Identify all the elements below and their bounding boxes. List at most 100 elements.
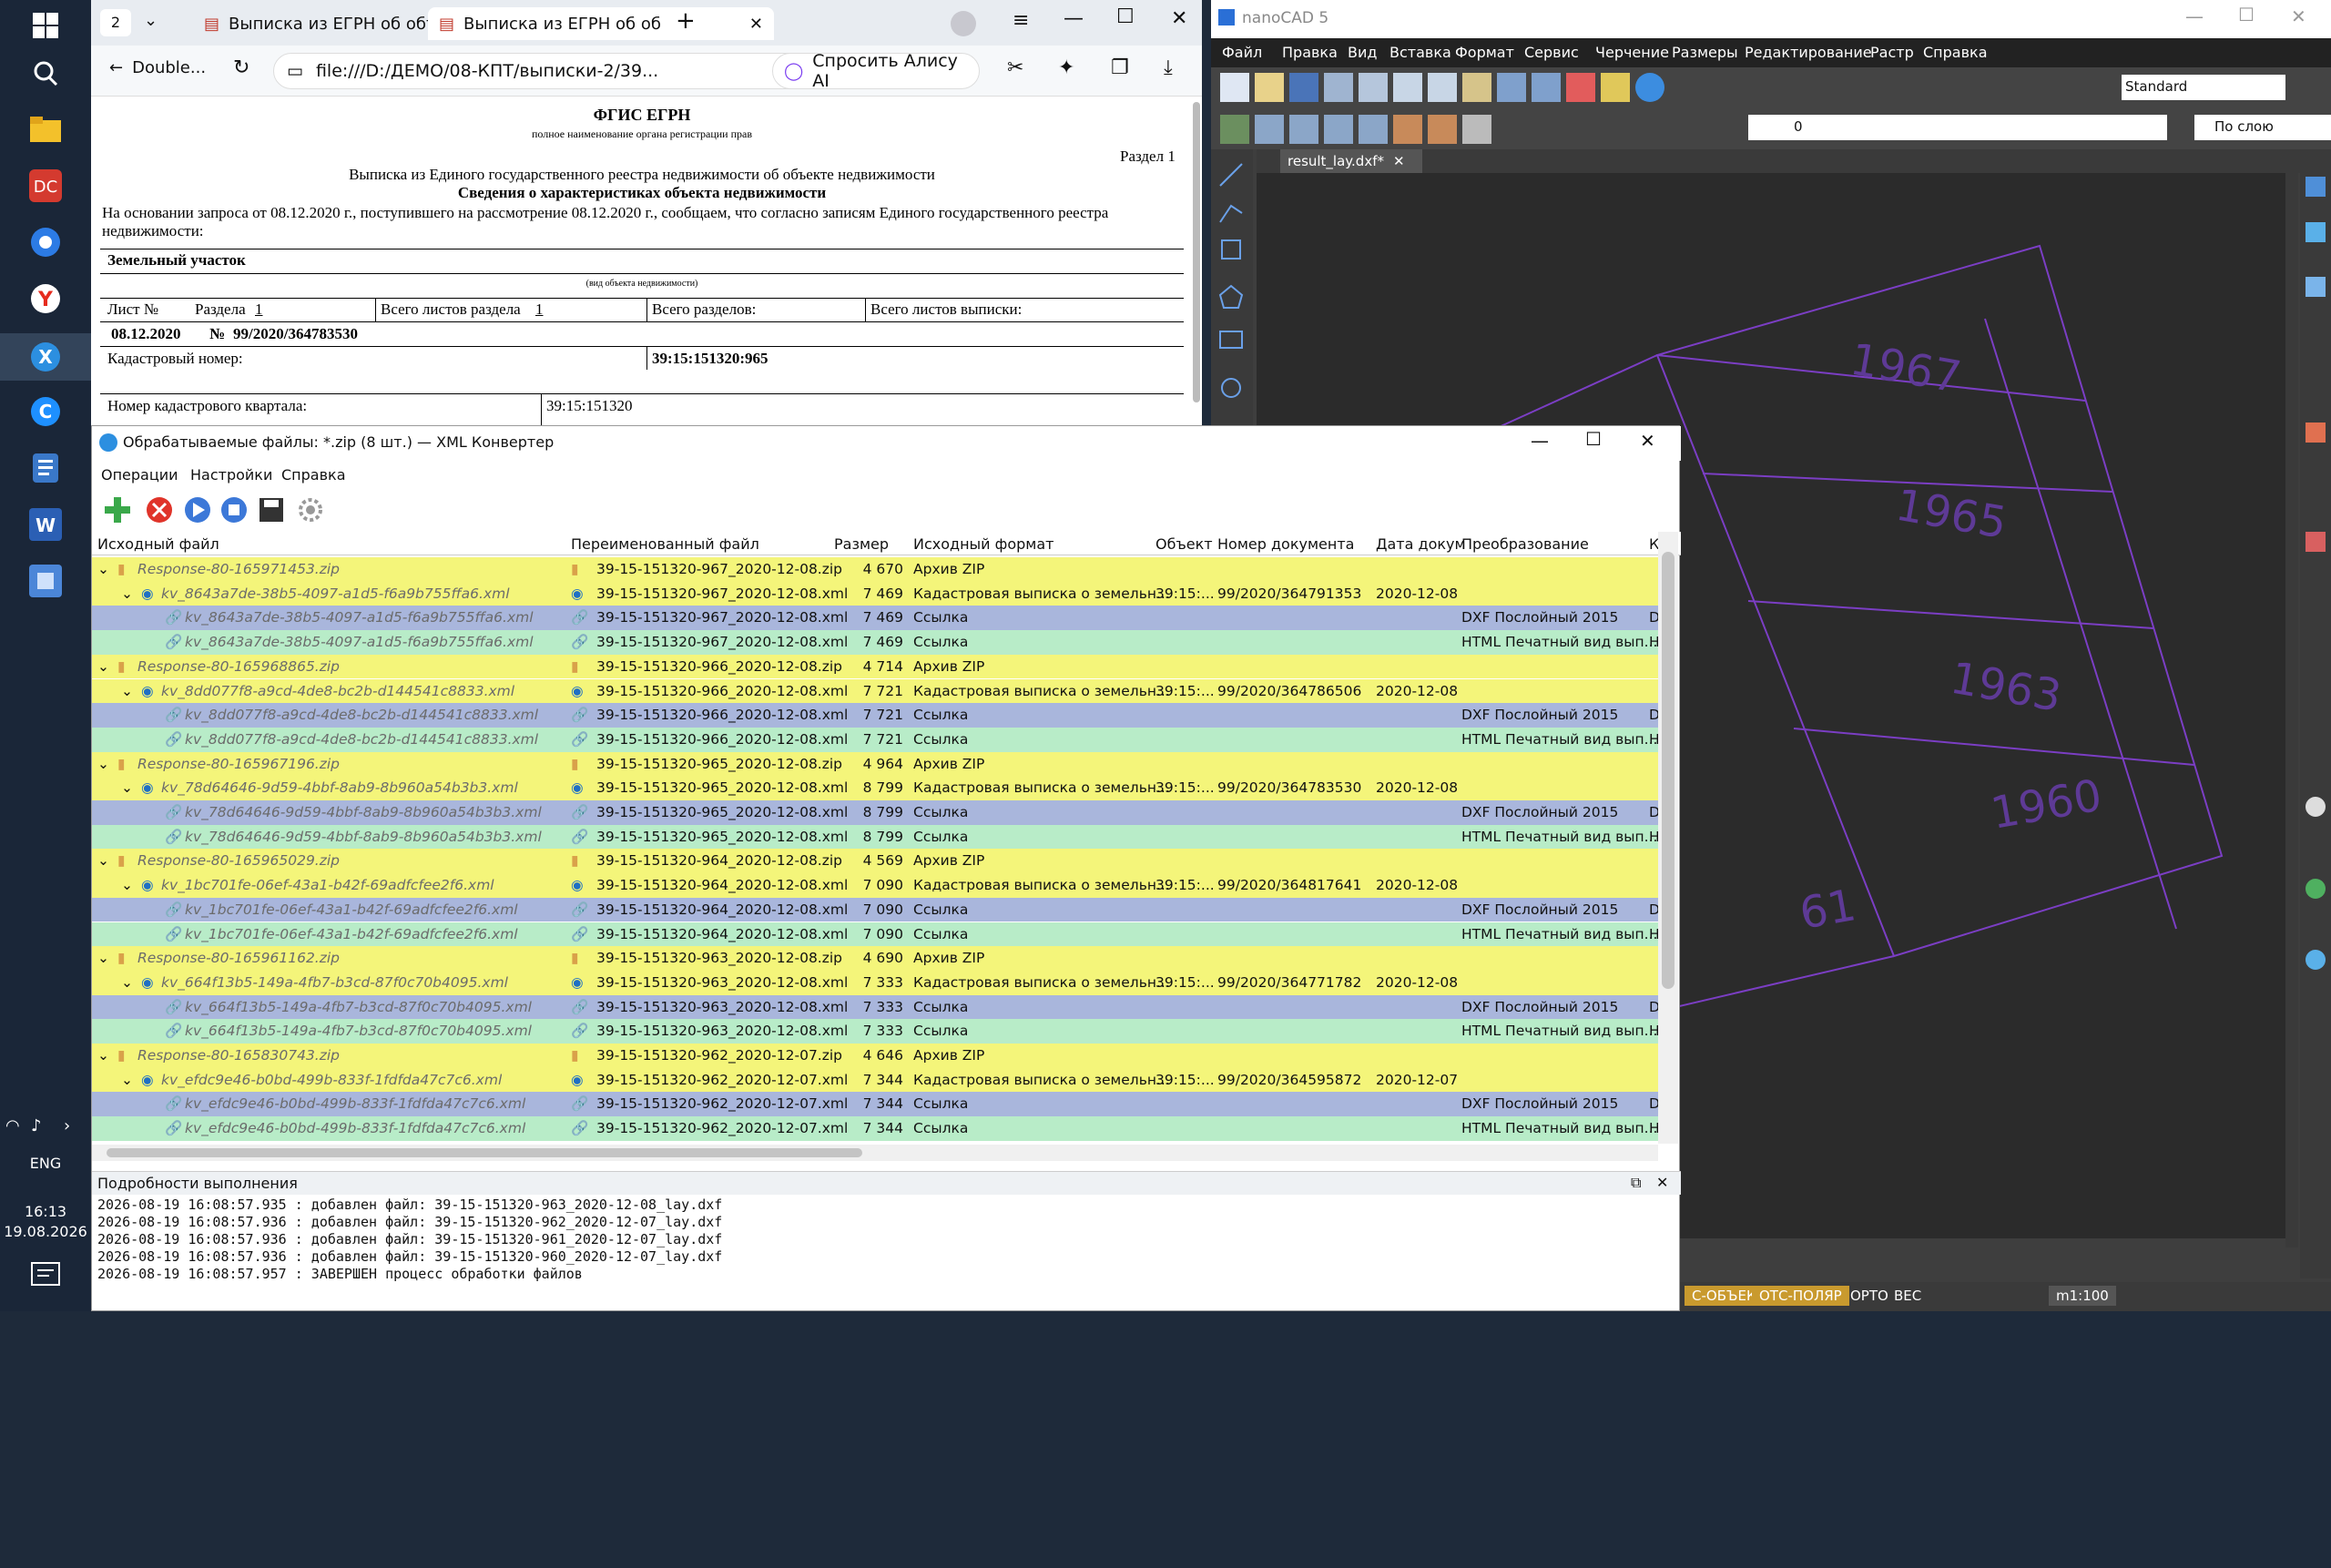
expand-chevron-icon[interactable]: ⌄ <box>97 852 109 869</box>
table-row-xml[interactable]: ⌄ ◉ kv_efdc9e46-b0bd-499b-833f-1fdfda47c7c… <box>92 1067 1658 1093</box>
menu-draw[interactable]: Черчение <box>1595 44 1669 61</box>
save-icon[interactable] <box>260 498 283 522</box>
col-source[interactable]: Исходный файл <box>97 535 219 553</box>
app-store-icon[interactable] <box>24 559 67 603</box>
menu-view[interactable]: Вид <box>1348 44 1377 61</box>
back-button[interactable]: ← Double... <box>109 58 206 77</box>
table-row-xml[interactable]: ⌄ ◉ kv_1bc701fe-06ef-43a1-b42f-69adfcfee2f… <box>92 873 1658 898</box>
linetype-select[interactable]: По слою <box>2194 115 2331 140</box>
measure-icon[interactable] <box>1601 73 1630 102</box>
minimize-icon[interactable]: — <box>1531 430 1549 452</box>
expand-chevron-icon[interactable]: ⌄ <box>121 683 133 699</box>
paste-icon[interactable] <box>1462 73 1491 102</box>
menu-icon[interactable]: ≡ <box>1013 9 1029 32</box>
browser-scrollbar[interactable] <box>1193 102 1200 402</box>
run-icon[interactable] <box>185 497 210 523</box>
restore-panel-icon[interactable]: ⧉ <box>1631 1174 1641 1192</box>
table-row-dxf[interactable]: 🔗 kv_8643a7de-38b5-4097-a1d5-f6a9b755ffa6… <box>92 606 1660 631</box>
app-red-icon[interactable]: DC <box>24 164 67 208</box>
table-row-xml[interactable]: ⌄ ◉ kv_8dd077f8-a9cd-4de8-bc2b-d144541c883… <box>92 678 1658 704</box>
undo-icon[interactable] <box>1497 73 1526 102</box>
maximize-icon[interactable]: ☐ <box>1585 428 1602 450</box>
table-row-html[interactable]: 🔗 kv_78d64646-9d59-4bbf-8ab9-8b960a54b3b3… <box>92 824 1660 850</box>
expand-chevron-icon[interactable]: ⌄ <box>97 950 109 966</box>
file-explorer-icon[interactable] <box>24 107 67 151</box>
col-renamed[interactable]: Переименованный файл <box>571 535 759 553</box>
stop-icon[interactable] <box>221 497 247 523</box>
table-row-zip[interactable]: ⌄ ▮ Response-80-165971453.zip ▮ 39-15-151320… <box>92 557 1658 582</box>
menu-insert[interactable]: Вставка <box>1389 44 1451 61</box>
table-row-dxf[interactable]: 🔗 kv_664f13b5-149a-4fb7-b3cd-87f0c70b4095… <box>92 994 1660 1020</box>
expand-chevron-icon[interactable]: ⌄ <box>97 561 109 577</box>
word-icon[interactable]: W <box>24 503 67 546</box>
table-row-dxf[interactable]: 🔗 kv_8dd077f8-a9cd-4de8-bc2b-d144541c8833… <box>92 703 1660 728</box>
snap-tool-icon[interactable] <box>1324 115 1353 144</box>
table-row-html[interactable]: 🔗 kv_8dd077f8-a9cd-4de8-bc2b-d144541c8833… <box>92 727 1660 752</box>
expand-chevron-icon[interactable]: ⌄ <box>121 585 133 602</box>
table-row-xml[interactable]: ⌄ ◉ kv_8643a7de-38b5-4097-a1d5-f6a9b755ffa… <box>92 581 1658 606</box>
tray-icons[interactable]: ◠ ♪ › <box>5 1116 87 1142</box>
open-icon[interactable] <box>1255 73 1284 102</box>
maximize-icon[interactable]: ☐ <box>1116 5 1135 28</box>
app-c-icon[interactable]: C <box>24 390 67 433</box>
table-row-zip[interactable]: ⌄ ▮ Response-80-165830743.zip ▮ 39-15-151320… <box>92 1044 1658 1068</box>
table-row-html[interactable]: 🔗 kv_efdc9e46-b0bd-499b-833f-1fdfda47c7c6… <box>92 1116 1660 1141</box>
tools-icon[interactable]: ✂ <box>1007 56 1023 79</box>
menu-operations[interactable]: Операции <box>101 466 178 484</box>
extensions-icon[interactable]: ✦ <box>1058 56 1074 79</box>
expand-chevron-icon[interactable]: ⌄ <box>121 779 133 796</box>
menu-raster[interactable]: Растр <box>1870 44 1914 61</box>
expand-chevron-icon[interactable]: ⌄ <box>121 877 133 893</box>
col-docnum[interactable]: Номер документа <box>1217 535 1354 553</box>
tabs-dropdown-icon[interactable]: ⌄ <box>144 11 158 30</box>
help-icon[interactable] <box>1635 73 1664 102</box>
close-window-icon[interactable]: ✕ <box>2291 5 2306 27</box>
close-window-icon[interactable]: ✕ <box>1171 7 1187 30</box>
grid-vscroll-thumb[interactable] <box>1662 552 1674 989</box>
table-row-zip[interactable]: ⌄ ▮ Response-80-165967196.zip ▮ 39-15-151320… <box>92 751 1658 777</box>
inspect-tool-icon[interactable] <box>1462 115 1491 144</box>
grid-tool-icon[interactable] <box>1359 115 1388 144</box>
status-weight[interactable]: ВЕС <box>1887 1286 1929 1306</box>
table-row-dxf[interactable]: 🔗 kv_1bc701fe-06ef-43a1-b42f-69adfcfee2f6… <box>92 897 1660 922</box>
volume-icon[interactable]: ♪ <box>31 1116 42 1135</box>
download-icon[interactable]: ⤓ <box>1164 56 1173 79</box>
new-tab-icon[interactable]: + <box>676 7 696 35</box>
tab-count-badge[interactable]: 2 <box>100 9 131 36</box>
edit-tool-icon[interactable] <box>1393 115 1422 144</box>
ask-alice-button[interactable]: ◯ Спросить Алису AI <box>772 51 980 91</box>
yandex-browser-icon[interactable]: Y <box>24 277 67 321</box>
collections-icon[interactable]: ❐ <box>1111 56 1129 79</box>
print-icon[interactable] <box>1324 73 1353 102</box>
language-indicator[interactable]: ENG <box>0 1155 91 1172</box>
delete-icon[interactable] <box>147 497 172 523</box>
preview-icon[interactable] <box>1359 73 1388 102</box>
log-panel[interactable]: 2026-08-19 16:08:57.935 : добавлен файл:… <box>92 1196 1681 1313</box>
minimize-icon[interactable]: — <box>1064 7 1084 30</box>
save-icon[interactable] <box>1289 73 1318 102</box>
expand-chevron-icon[interactable]: ⌄ <box>97 756 109 772</box>
table-row-xml[interactable]: ⌄ ◉ kv_664f13b5-149a-4fb7-b3cd-87f0c70b409… <box>92 970 1658 995</box>
grid-vscroll[interactable] <box>1658 532 1678 1144</box>
cut-icon[interactable] <box>1393 73 1422 102</box>
menu-dimensions[interactable]: Размеры <box>1672 44 1738 61</box>
table-row-xml[interactable]: ⌄ ◉ kv_78d64646-9d59-4bbf-8ab9-8b960a54b3b… <box>92 776 1658 800</box>
address-field[interactable]: ▭ file:///D:/ДЕМО/08-КПТ/выписки-2/39...… <box>273 53 838 89</box>
reload-icon[interactable]: ↻ <box>233 56 249 79</box>
menu-help[interactable]: Справка <box>281 466 346 484</box>
table-row-html[interactable]: 🔗 kv_664f13b5-149a-4fb7-b3cd-87f0c70b4095… <box>92 1019 1660 1044</box>
canvas-vscroll[interactable] <box>2285 173 2298 1247</box>
maximize-icon[interactable]: ☐ <box>2238 4 2255 25</box>
col-date[interactable]: Дата докум <box>1376 535 1466 553</box>
redo-icon[interactable] <box>1532 73 1561 102</box>
col-format[interactable]: Исходный формат <box>913 535 1054 553</box>
table-row-dxf[interactable]: 🔗 kv_efdc9e46-b0bd-499b-833f-1fdfda47c7c6… <box>92 1092 1660 1117</box>
zoom-icon[interactable] <box>1566 73 1595 102</box>
menu-help[interactable]: Справка <box>1923 44 1988 61</box>
windows-start-icon[interactable] <box>24 4 67 47</box>
col-size[interactable]: Размер <box>834 535 889 553</box>
new-file-icon[interactable] <box>1220 73 1249 102</box>
move-tool-icon[interactable] <box>1289 115 1318 144</box>
menu-modify[interactable]: Редактирование <box>1745 44 1872 61</box>
close-doc-icon[interactable]: ✕ <box>1393 153 1405 169</box>
